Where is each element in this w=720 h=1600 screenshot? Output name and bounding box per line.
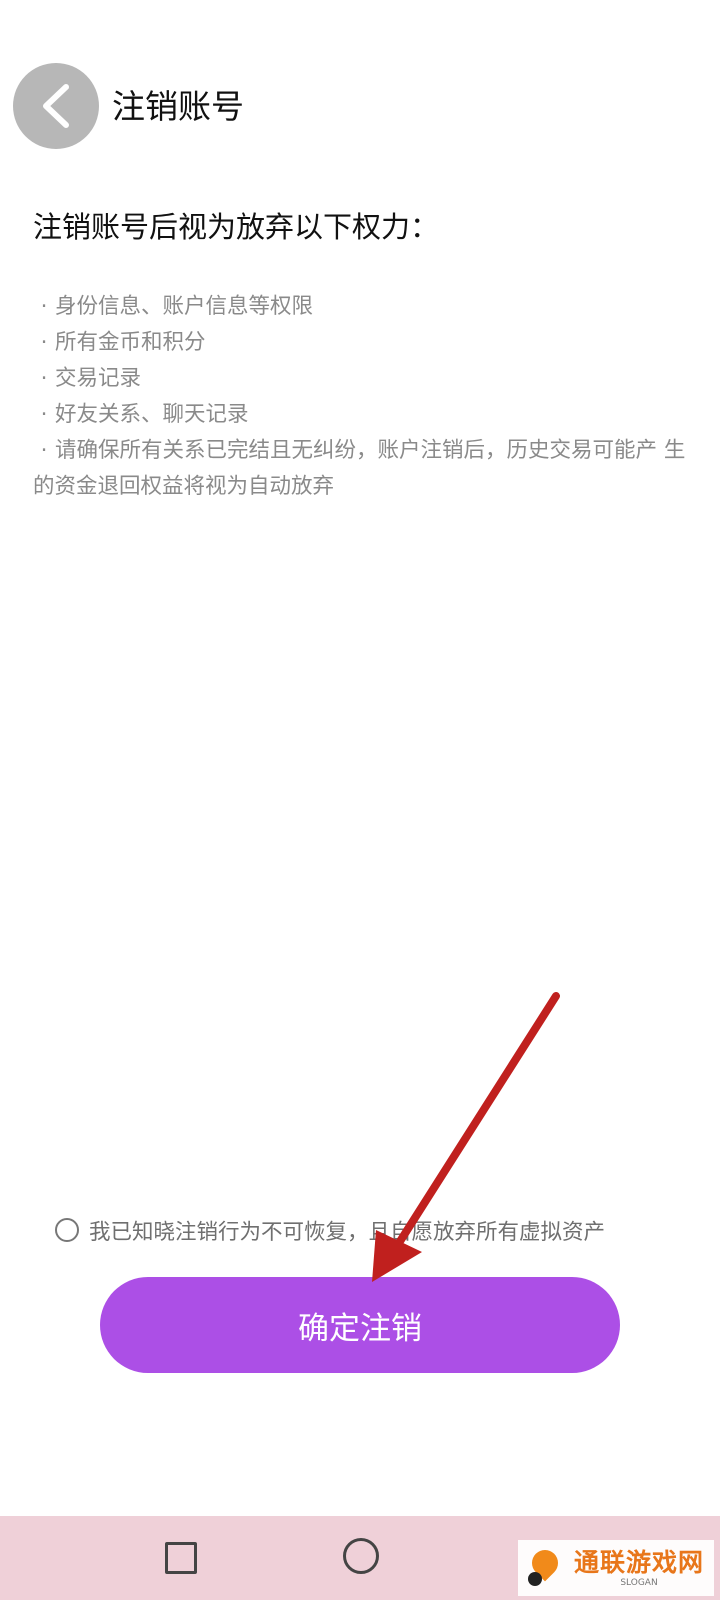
rights-list: · 身份信息、账户信息等权限 · 所有金币和积分 · 交易记录 · 好友关系、聊天记录 … (33, 289, 693, 505)
consent-radio[interactable] (55, 1218, 79, 1242)
watermark-ball (528, 1572, 542, 1586)
main-content: 注销账号后视为放弃以下权力： · 身份信息、账户信息等权限 · 所有金币和积分 · 交… (33, 205, 693, 505)
list-item: · 身份信息、账户信息等权限 (33, 289, 693, 325)
consent-label: 我已知晓注销行为不可恢复，且自愿放弃所有虚拟资产 (89, 1219, 606, 1245)
bullet: · (40, 294, 48, 319)
bullet: · (40, 330, 48, 355)
list-item: · 好友关系、聊天记录 (33, 397, 693, 433)
bullet: · (40, 366, 48, 391)
list-item-text: 身份信息、账户信息等权限 (55, 294, 314, 319)
consent-row[interactable]: 我已知晓注销行为不可恢复，且自愿放弃所有虚拟资产 (55, 1212, 675, 1248)
square-icon[interactable] (165, 1542, 197, 1574)
list-item: · 所有金币和积分 (33, 325, 693, 361)
chevron-left-icon (43, 84, 69, 128)
watermark-logo: 通联游戏网 SLOGAN (518, 1540, 714, 1596)
page-title: 注销账号 (112, 87, 244, 126)
header: 注销账号 (0, 0, 720, 200)
list-item: · 交易记录 (33, 361, 693, 397)
watermark-brand: 通联游戏网 (574, 1548, 705, 1577)
circle-icon[interactable] (343, 1538, 379, 1574)
watermark-icon (524, 1544, 568, 1590)
watermark-slogan: SLOGAN (620, 1578, 658, 1588)
back-button[interactable] (13, 63, 99, 149)
list-item: · 请确保所有关系已完结且无纠纷，账户注销后，历史交易可能产 生的资金退回权益将视… (33, 433, 693, 505)
bullet: · (40, 402, 48, 427)
list-item-text: 所有金币和积分 (55, 330, 206, 355)
list-item-text: 交易记录 (55, 366, 142, 391)
bullet: · (40, 438, 48, 463)
confirm-deactivate-button[interactable]: 确定注销 (100, 1277, 620, 1373)
watermark-text: 通联游戏网 SLOGAN (574, 1548, 704, 1588)
list-item-text: 请确保所有关系已完结且无纠纷，账户注销后，历史交易可能产 生的资金退回权益将视为… (33, 438, 686, 499)
section-title: 注销账号后视为放弃以下权力： (33, 210, 440, 244)
list-item-text: 好友关系、聊天记录 (55, 402, 249, 427)
